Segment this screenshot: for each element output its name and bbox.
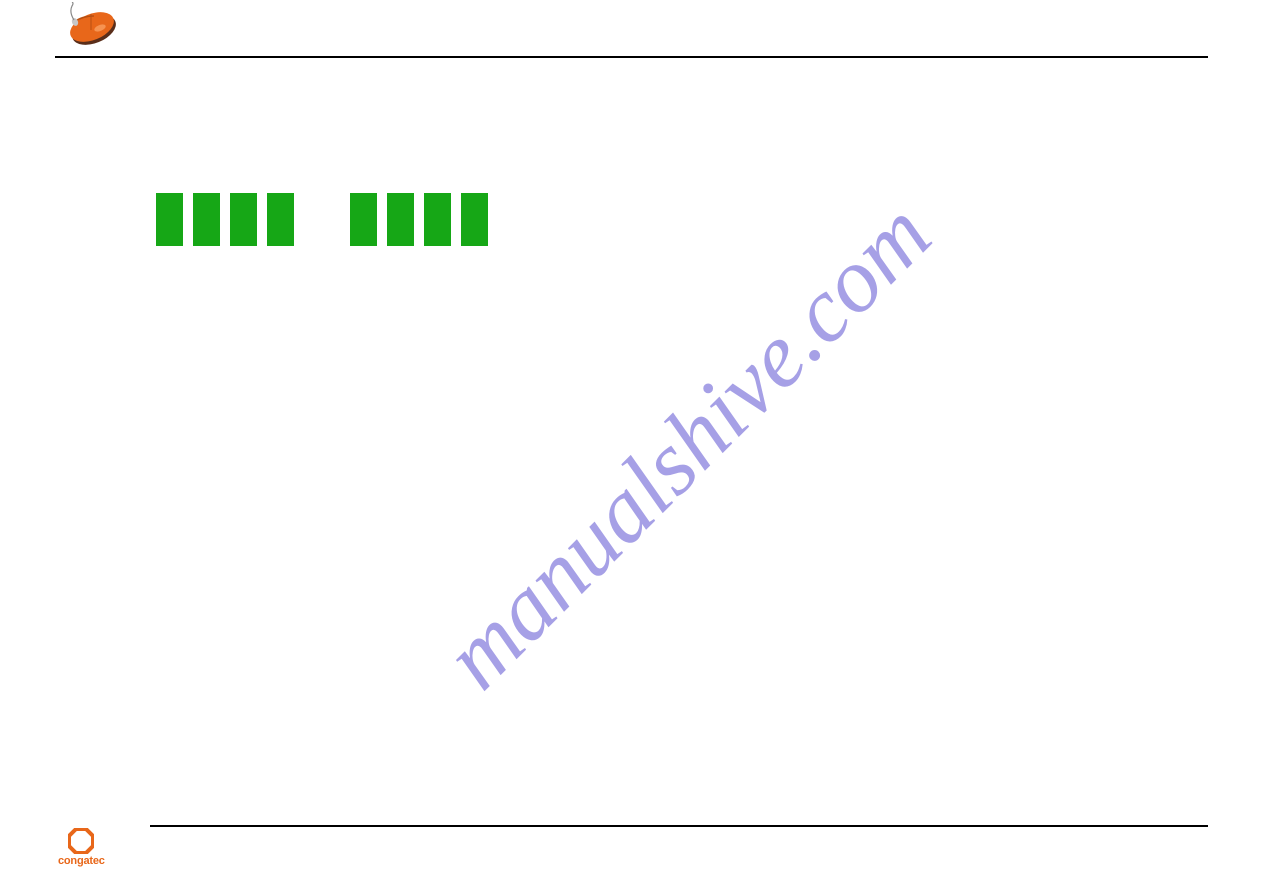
green-block xyxy=(350,193,377,246)
watermark-text: manualshive.com xyxy=(423,181,951,709)
congatec-brand-text: congatec xyxy=(58,855,105,867)
green-block-row xyxy=(156,193,488,246)
green-block xyxy=(461,193,488,246)
green-block xyxy=(424,193,451,246)
green-block xyxy=(267,193,294,246)
green-block xyxy=(387,193,414,246)
block-gap xyxy=(304,193,340,246)
document-page: manualshive.com congatec xyxy=(55,0,1208,893)
mouse-icon xyxy=(64,2,120,57)
green-block xyxy=(193,193,220,246)
bottom-divider xyxy=(150,825,1208,827)
congatec-logo: congatec xyxy=(58,828,105,867)
green-block xyxy=(230,193,257,246)
green-block xyxy=(156,193,183,246)
top-divider xyxy=(55,56,1208,58)
congatec-octagon-icon xyxy=(68,828,94,854)
